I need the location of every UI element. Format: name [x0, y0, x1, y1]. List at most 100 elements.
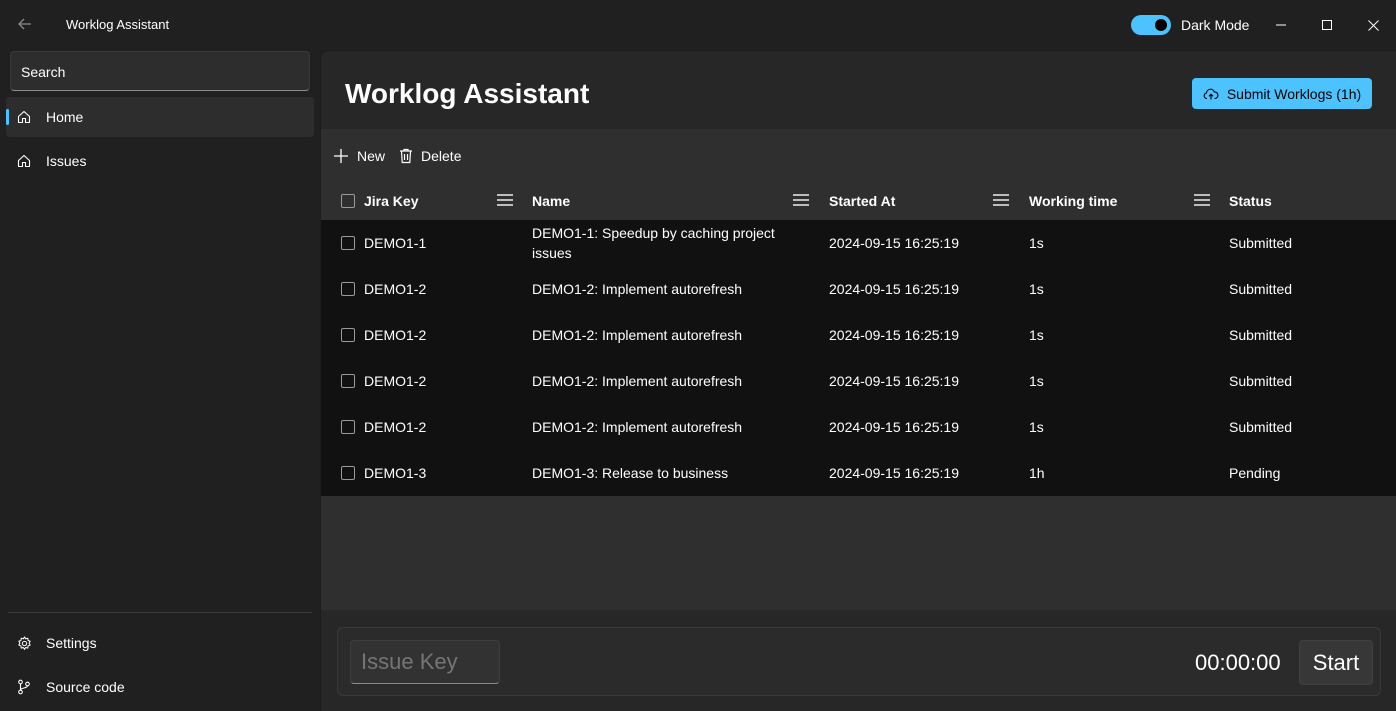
cell-started-at: 2024-09-15 16:25:19 — [829, 373, 959, 389]
cell-working-time: 1s — [1029, 327, 1044, 343]
search-input[interactable]: Search — [10, 51, 310, 91]
sidebar-item-label: Source code — [46, 679, 125, 695]
cell-started-at: 2024-09-15 16:25:19 — [829, 235, 959, 251]
submit-worklogs-label: Submit Worklogs (1h) — [1226, 85, 1362, 102]
maximize-button[interactable] — [1304, 8, 1350, 42]
cell-jira-key: DEMO1-1 — [364, 235, 427, 251]
page-title: Worklog Assistant — [345, 78, 590, 109]
cell-started-at: 2024-09-15 16:25:19 — [829, 419, 959, 435]
worklog-grid: New Delete Jira Key Name Started At Work… — [321, 129, 1396, 610]
cell-working-time: 1s — [1029, 235, 1044, 251]
app-title: Worklog Assistant — [66, 17, 170, 32]
minimize-button[interactable] — [1258, 8, 1304, 42]
cell-started-at: 2024-09-15 16:25:19 — [829, 327, 959, 343]
toggle-knob — [1155, 19, 1167, 31]
table-header: Jira Key Name Started At Working time St… — [321, 181, 1396, 220]
row-checkbox-cell[interactable] — [341, 404, 355, 450]
column-header-working-time[interactable]: Working time — [1029, 181, 1117, 220]
toggle-switch[interactable] — [1131, 15, 1171, 35]
cell-working-time: 1s — [1029, 281, 1044, 297]
cell-working-time: 1h — [1029, 465, 1045, 481]
timer-bar: 00:00:00 Start — [337, 627, 1381, 696]
arrow-left-icon — [18, 18, 31, 30]
sidebar-item-settings[interactable]: Settings — [6, 623, 314, 663]
trash-icon — [399, 148, 413, 164]
cell-jira-key: DEMO1-2 — [364, 327, 427, 343]
row-checkbox[interactable] — [341, 282, 355, 296]
table-row[interactable]: DEMO1-3 DEMO1-3: Release to business 202… — [321, 450, 1396, 496]
cell-working-time: 1s — [1029, 373, 1044, 389]
title-bar: Worklog Assistant Dark Mode — [0, 0, 1396, 50]
new-button[interactable]: New — [333, 145, 385, 167]
row-checkbox-cell[interactable] — [341, 266, 355, 312]
submit-worklogs-button[interactable]: Submit Worklogs (1h) — [1192, 78, 1372, 109]
column-header-status[interactable]: Status — [1229, 181, 1272, 220]
column-menu-icon[interactable] — [793, 194, 809, 206]
row-checkbox[interactable] — [341, 236, 355, 250]
home-icon — [16, 153, 32, 169]
cell-status: Pending — [1229, 465, 1281, 481]
column-menu-icon[interactable] — [497, 194, 513, 206]
maximize-icon — [1322, 20, 1332, 30]
sidebar-item-home[interactable]: Home — [6, 97, 314, 137]
delete-button[interactable]: Delete — [399, 145, 461, 167]
close-button[interactable] — [1350, 8, 1396, 42]
cell-started-at: 2024-09-15 16:25:19 — [829, 465, 959, 481]
dark-mode-label: Dark Mode — [1181, 17, 1250, 33]
cell-name: DEMO1-1: Speedup by caching project issu… — [532, 225, 775, 261]
cell-name: DEMO1-2: Implement autorefresh — [532, 373, 743, 389]
back-button[interactable] — [10, 10, 40, 38]
sidebar-item-source-code[interactable]: Source code — [6, 667, 314, 707]
row-checkbox-cell[interactable] — [341, 220, 355, 266]
row-checkbox[interactable] — [341, 374, 355, 388]
start-button[interactable]: Start — [1299, 640, 1373, 685]
cell-status: Submitted — [1229, 419, 1293, 435]
gear-icon — [16, 635, 32, 651]
cell-status: Submitted — [1229, 235, 1293, 251]
table-row[interactable]: DEMO1-2 DEMO1-2: Implement autorefresh 2… — [321, 266, 1396, 312]
cell-status: Submitted — [1229, 327, 1293, 343]
close-icon — [1367, 19, 1379, 31]
issue-key-input[interactable] — [350, 640, 500, 684]
cell-name: DEMO1-3: Release to business — [532, 465, 729, 481]
cell-started-at: 2024-09-15 16:25:19 — [829, 281, 959, 297]
git-branch-icon — [16, 679, 32, 695]
delete-label: Delete — [421, 148, 462, 164]
cell-name: DEMO1-2: Implement autorefresh — [532, 419, 743, 435]
row-checkbox[interactable] — [341, 420, 355, 434]
sidebar-item-label: Issues — [46, 153, 87, 169]
table-row[interactable]: DEMO1-1 DEMO1-1: Speedup by caching proj… — [321, 220, 1396, 266]
table-row[interactable]: DEMO1-2 DEMO1-2: Implement autorefresh 2… — [321, 404, 1396, 450]
sidebar-item-label: Settings — [46, 635, 97, 651]
grid-toolbar: New Delete — [333, 145, 475, 167]
cell-jira-key: DEMO1-2 — [364, 373, 427, 389]
minimize-icon — [1276, 24, 1286, 26]
table-row[interactable]: DEMO1-2 DEMO1-2: Implement autorefresh 2… — [321, 312, 1396, 358]
sidebar-divider — [8, 612, 312, 613]
new-label: New — [357, 148, 386, 164]
select-all-checkbox[interactable] — [341, 193, 355, 208]
column-header-started-at[interactable]: Started At — [829, 181, 895, 220]
home-icon — [16, 109, 32, 125]
row-checkbox[interactable] — [341, 466, 355, 480]
row-checkbox[interactable] — [341, 328, 355, 342]
dark-mode-toggle[interactable]: Dark Mode — [1131, 15, 1249, 35]
plus-icon — [333, 148, 349, 164]
column-menu-icon[interactable] — [993, 194, 1009, 206]
main-content: Worklog Assistant Submit Worklogs (1h) N… — [320, 50, 1396, 711]
cell-name: DEMO1-2: Implement autorefresh — [532, 327, 743, 343]
timer-display: 00:00:00 — [1195, 650, 1281, 675]
row-checkbox-cell[interactable] — [341, 312, 355, 358]
row-checkbox-cell[interactable] — [341, 358, 355, 404]
cloud-upload-icon — [1203, 88, 1219, 100]
row-checkbox-cell[interactable] — [341, 450, 355, 496]
cell-jira-key: DEMO1-2 — [364, 419, 427, 435]
cell-status: Submitted — [1229, 281, 1293, 297]
select-all-checkbox-cell[interactable] — [341, 181, 355, 220]
sidebar-item-issues[interactable]: Issues — [6, 141, 314, 181]
column-menu-icon[interactable] — [1194, 194, 1210, 206]
cell-status: Submitted — [1229, 373, 1293, 389]
column-header-name[interactable]: Name — [532, 181, 570, 220]
column-header-jira-key[interactable]: Jira Key — [364, 181, 418, 220]
table-row[interactable]: DEMO1-2 DEMO1-2: Implement autorefresh 2… — [321, 358, 1396, 404]
